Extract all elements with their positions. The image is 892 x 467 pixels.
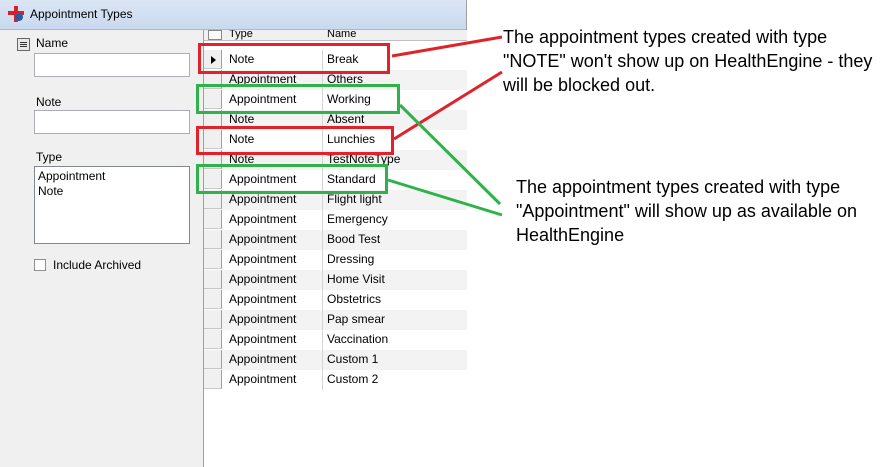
appointment-annotation: The appointment types created with type … — [516, 177, 857, 245]
cell-type[interactable]: Appointment — [229, 212, 296, 226]
note-annotation: The appointment types created with type … — [503, 27, 873, 95]
cell-type[interactable]: Appointment — [229, 192, 296, 206]
include-archived-label: Include Archived — [53, 258, 142, 272]
cell-name[interactable]: Home Visit — [327, 272, 385, 286]
table-row[interactable]: Appointment Emergency — [204, 210, 467, 230]
cell-separator — [322, 370, 323, 390]
cell-name[interactable]: Obstetrics — [327, 292, 381, 306]
cell-type[interactable]: Appointment — [229, 292, 296, 306]
name-field[interactable] — [34, 53, 190, 77]
cell-type[interactable]: Appointment — [229, 252, 296, 266]
cell-name[interactable]: Absent — [327, 112, 364, 126]
note-field[interactable] — [34, 110, 190, 134]
table-row[interactable]: Appointment Custom 2 — [204, 370, 467, 390]
type-option-appointment[interactable]: Appointment — [38, 169, 186, 184]
cell-separator — [322, 250, 323, 270]
table-row[interactable]: Appointment Pap smear — [204, 310, 467, 330]
type-option-note[interactable]: Note — [38, 184, 186, 199]
row-header[interactable] — [204, 290, 222, 309]
appointment-highlight-box — [196, 164, 388, 194]
name-label: Name — [36, 36, 69, 50]
cell-type[interactable]: Appointment — [229, 232, 296, 246]
cell-type[interactable]: Appointment — [229, 272, 296, 286]
include-archived-checkbox[interactable] — [34, 259, 46, 271]
cell-name[interactable]: Dressing — [327, 252, 374, 266]
cell-name[interactable]: Pap smear — [327, 312, 385, 326]
table-row[interactable]: Appointment Obstetrics — [204, 290, 467, 310]
cell-name[interactable]: Bood Test — [327, 232, 380, 246]
cell-type[interactable]: Appointment — [229, 312, 296, 326]
cell-separator — [322, 350, 323, 370]
cell-name[interactable]: Custom 2 — [327, 372, 378, 386]
note-highlight-box — [198, 43, 390, 74]
app-logo-icon — [8, 6, 24, 22]
type-label: Type — [36, 150, 63, 164]
cell-separator — [322, 310, 323, 330]
table-row[interactable]: Appointment Bood Test — [204, 230, 467, 250]
column-header-type[interactable]: Type — [229, 30, 253, 40]
filter-panel — [0, 30, 203, 467]
table-row[interactable]: Appointment Home Visit — [204, 270, 467, 290]
row-header[interactable] — [204, 230, 222, 249]
cell-name[interactable]: Flight light — [327, 192, 382, 206]
title-bar: Appointment Types — [0, 0, 466, 30]
column-chooser-icon[interactable] — [208, 30, 222, 40]
cell-separator — [322, 230, 323, 250]
cell-type[interactable]: Appointment — [229, 352, 296, 366]
window-title: Appointment Types — [30, 7, 133, 21]
table-row[interactable]: Appointment Custom 1 — [204, 350, 467, 370]
cell-separator — [322, 210, 323, 230]
appointment-highlight-box — [196, 84, 400, 114]
row-header[interactable] — [204, 210, 222, 229]
grid-header: Type Name — [204, 30, 467, 41]
cell-name[interactable]: Emergency — [327, 212, 388, 226]
row-header[interactable] — [204, 370, 222, 389]
cell-separator — [322, 330, 323, 350]
cell-name[interactable]: Vaccination — [327, 332, 388, 346]
type-listbox[interactable]: Appointment Note — [34, 166, 190, 244]
row-header[interactable] — [204, 310, 222, 329]
cell-name[interactable]: Custom 1 — [327, 352, 378, 366]
cell-type[interactable]: Appointment — [229, 372, 296, 386]
note-highlight-box — [196, 126, 394, 155]
row-header[interactable] — [204, 250, 222, 269]
row-header[interactable] — [204, 270, 222, 289]
cell-type[interactable]: Appointment — [229, 332, 296, 346]
row-header[interactable] — [204, 350, 222, 369]
cell-type[interactable]: Note — [229, 112, 254, 126]
collapse-panel-icon[interactable] — [17, 38, 30, 51]
table-row[interactable]: Appointment Dressing — [204, 250, 467, 270]
column-header-name[interactable]: Name — [327, 30, 356, 40]
row-header[interactable] — [204, 330, 222, 349]
table-row[interactable]: Appointment Vaccination — [204, 330, 467, 350]
cell-separator — [322, 270, 323, 290]
note-label: Note — [36, 95, 62, 109]
cell-separator — [322, 290, 323, 310]
